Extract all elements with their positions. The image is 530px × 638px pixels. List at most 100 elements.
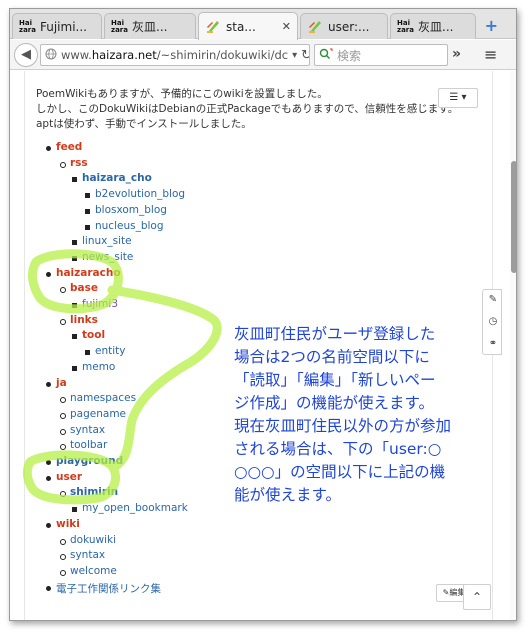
annotation-line: 「読取」「編集」「新しいペー bbox=[234, 371, 436, 389]
tree-bullet bbox=[85, 193, 90, 198]
tree-bullet bbox=[60, 413, 66, 419]
tree-link-blosxom-blog[interactable]: blosxom_blog bbox=[95, 204, 167, 216]
haizara-icon: Hai zara bbox=[111, 18, 128, 34]
tree-link-rss[interactable]: rss bbox=[70, 157, 88, 169]
tree-link-feed[interactable]: feed bbox=[56, 141, 82, 153]
tree-link--[interactable]: 電子工作関係リンク集 bbox=[56, 581, 161, 596]
back-to-top-button[interactable]: ⌃ bbox=[463, 584, 491, 610]
tree-bullet bbox=[60, 539, 66, 545]
tree-link-links[interactable]: links bbox=[70, 314, 98, 326]
tab-label: 灰皿... bbox=[132, 20, 168, 34]
annotation-line: される場合は、下の「user:○ bbox=[234, 440, 442, 458]
search-placeholder: 検索 bbox=[337, 48, 362, 63]
tree-link-linux-site[interactable]: linux_site bbox=[82, 235, 132, 247]
annotation-line: 現在灰皿町住民以外の方が参加 bbox=[234, 417, 452, 435]
chevron-down-icon[interactable]: ▾ bbox=[292, 50, 297, 61]
haizara-icon: Hai zara bbox=[19, 18, 36, 34]
back-button[interactable]: ◀ bbox=[14, 43, 38, 67]
tree-bullet bbox=[60, 554, 66, 560]
tree-link-tool[interactable]: tool bbox=[82, 329, 105, 341]
tree-bullet bbox=[72, 177, 77, 182]
tree-bullet bbox=[60, 491, 66, 497]
tab-label: Fujimi... bbox=[40, 19, 87, 34]
intro-line: しかし、このDokuWikiはDebianの正式Packageでもありますので、… bbox=[36, 103, 459, 115]
overflow-button[interactable]: » bbox=[452, 46, 461, 62]
tree-bullet bbox=[46, 272, 51, 277]
tree-bullet bbox=[60, 319, 66, 325]
tree-link-haizara-cho[interactable]: haizara_cho bbox=[82, 172, 152, 184]
tree-bullet bbox=[60, 444, 66, 450]
tree-bullet bbox=[85, 350, 90, 355]
tree-bullet bbox=[60, 397, 66, 403]
tree-link-base[interactable]: base bbox=[70, 282, 98, 294]
tree-bullet bbox=[46, 586, 51, 591]
tree-bullet bbox=[46, 382, 51, 387]
scrollbar[interactable] bbox=[510, 71, 516, 620]
tree-bullet bbox=[85, 209, 90, 214]
globe-icon bbox=[45, 48, 57, 63]
search-icon bbox=[319, 48, 333, 63]
tree-bullet bbox=[72, 334, 77, 339]
toc-dropdown-button[interactable]: ☰ ▾ bbox=[438, 88, 478, 108]
tab-label: user:... bbox=[328, 19, 370, 34]
tree-link-syntax[interactable]: syntax bbox=[70, 424, 105, 436]
url-bar[interactable]: www.haizara.net/~shimirin/dokuwiki/dc ▾ … bbox=[40, 44, 310, 66]
tree-link-toolbar[interactable]: toolbar bbox=[70, 439, 107, 451]
pencil-icon[interactable]: ✎ bbox=[487, 294, 499, 306]
tree-link-playground[interactable]: playground bbox=[56, 455, 123, 467]
annotation-line: 灰皿町住民がユーザ登録した bbox=[234, 325, 436, 343]
tree-bullet bbox=[72, 240, 77, 245]
tree-bullet bbox=[46, 523, 51, 528]
tab-haizara-1[interactable]: Hai zara 灰皿... bbox=[104, 13, 196, 39]
tree-bullet bbox=[60, 162, 66, 168]
tree-bullet bbox=[46, 460, 51, 465]
tree-bullet bbox=[85, 225, 90, 230]
tree-bullet bbox=[72, 366, 77, 371]
annotation-line: ジ作成」の機能が使えます。 bbox=[234, 394, 434, 412]
hamburger-menu-icon[interactable]: ≡ bbox=[484, 45, 497, 64]
page-border-left bbox=[24, 71, 25, 620]
tree-link-user[interactable]: user bbox=[56, 471, 82, 483]
tree-link-my-open-bookmark[interactable]: my_open_bookmark bbox=[82, 502, 188, 514]
tree-link-shimirin[interactable]: shimirin bbox=[70, 486, 118, 498]
intro-line: PoemWikiもありますが、予備的にこのwikiを設置しました。 bbox=[36, 88, 328, 100]
tree-bullet bbox=[72, 507, 77, 512]
tree-link-memo[interactable]: memo bbox=[82, 361, 115, 373]
tab-fujimi[interactable]: Hai zara Fujimi... bbox=[12, 13, 102, 39]
tree-link-haizaracho[interactable]: haizaracho bbox=[56, 267, 121, 279]
navigation-bar: ◀ www.haizara.net/~shimirin/dokuwiki/dc … bbox=[10, 40, 516, 70]
close-icon[interactable]: ✕ bbox=[282, 20, 291, 33]
tab-start-active[interactable]: sta... ✕ bbox=[198, 12, 298, 40]
tree-link-entity[interactable]: entity bbox=[95, 345, 125, 357]
tab-user[interactable]: user:... bbox=[300, 13, 388, 39]
reload-icon[interactable]: ↻ bbox=[301, 48, 309, 63]
back-arrow-icon: ◀ bbox=[21, 47, 31, 62]
annotation-line: ○○○」の空間以下に上記の機 bbox=[234, 463, 446, 481]
annotation-note: 灰皿町住民がユーザ登録した 場合は2つの名前空間以下に 「読取」「編集」「新しいペー… bbox=[234, 323, 490, 507]
tree-link-welcome[interactable]: welcome bbox=[70, 565, 117, 577]
annotation-line: 能が使えます。 bbox=[234, 486, 341, 504]
tree-link-nucleus-blog[interactable]: nucleus_blog bbox=[95, 220, 164, 232]
new-tab-button[interactable]: + bbox=[485, 16, 498, 35]
scrollbar-thumb[interactable] bbox=[511, 161, 516, 273]
tree-link-ja[interactable]: ja bbox=[56, 377, 67, 389]
tree-link-syntax[interactable]: syntax bbox=[70, 549, 105, 561]
tree-bullet bbox=[60, 570, 66, 576]
intro-line: aptは使わず、手動でインストールしました。 bbox=[36, 118, 252, 130]
url-text: www.haizara.net/~shimirin/dokuwiki/dc bbox=[61, 48, 289, 62]
tree-link-fujimi3[interactable]: fujimi3 bbox=[82, 298, 118, 310]
tree-link-pagename[interactable]: pagename bbox=[70, 408, 126, 420]
tree-bullet bbox=[72, 256, 77, 261]
search-input[interactable]: 検索 bbox=[314, 44, 448, 66]
tree-link-namespaces[interactable]: namespaces bbox=[70, 392, 136, 404]
tree-link-dokuwiki[interactable]: dokuwiki bbox=[70, 534, 116, 546]
tab-label: 灰皿... bbox=[418, 20, 454, 34]
tree-link-wiki[interactable]: wiki bbox=[56, 518, 80, 530]
tree-bullet bbox=[46, 476, 51, 481]
tab-label: sta... bbox=[226, 19, 256, 34]
tree-bullet bbox=[60, 287, 66, 293]
tab-haizara-2[interactable]: Hai zara 灰皿... bbox=[390, 13, 476, 39]
tree-link-news-site[interactable]: news_site bbox=[82, 251, 133, 263]
wiki-icon bbox=[205, 19, 221, 35]
tree-link-b2evolution-blog[interactable]: b2evolution_blog bbox=[95, 188, 185, 200]
